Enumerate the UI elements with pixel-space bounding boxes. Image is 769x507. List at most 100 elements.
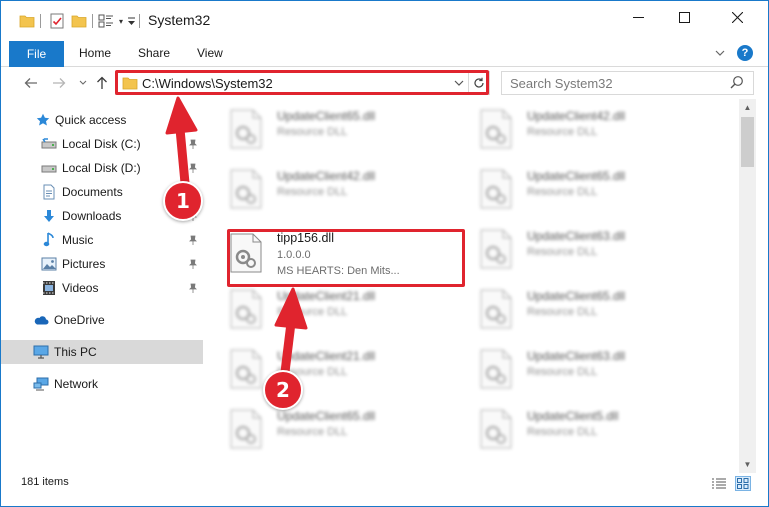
chevron-down-icon xyxy=(454,80,464,86)
new-folder-icon[interactable] xyxy=(71,13,87,29)
sidebar-item-onedrive[interactable]: OneDrive xyxy=(1,308,203,332)
download-icon xyxy=(41,208,57,224)
scrollbar-thumb[interactable] xyxy=(741,117,754,167)
view-layout-icon[interactable] xyxy=(97,13,115,29)
sidebar-item-music[interactable]: Music xyxy=(1,228,203,252)
sidebar-item-quick-access[interactable]: Quick access xyxy=(1,108,203,132)
pin-icon[interactable] xyxy=(187,234,199,246)
file-list: UpdateClient65.dll Resource DLL UpdateCl… xyxy=(207,99,739,469)
arrow-left-icon xyxy=(24,78,37,88)
maximize-button[interactable] xyxy=(661,1,707,33)
minimize-button[interactable] xyxy=(615,1,661,33)
toolbar-separator xyxy=(39,13,41,29)
dll-file-icon xyxy=(229,349,267,389)
dll-file-icon xyxy=(479,229,517,269)
file-tile-tipp156[interactable]: tipp156.dll 1.0.0.0 MS HEARTS: Den Mits.… xyxy=(207,223,447,285)
pin-icon[interactable] xyxy=(187,282,199,294)
recent-locations-button[interactable] xyxy=(73,73,93,93)
sidebar-item-videos[interactable]: Videos xyxy=(1,276,203,300)
arrow-up-icon xyxy=(97,76,107,89)
dll-file-icon xyxy=(479,409,517,449)
search-box[interactable] xyxy=(501,71,754,95)
properties-icon[interactable] xyxy=(49,13,65,29)
help-icon[interactable]: ? xyxy=(737,45,753,61)
file-tile[interactable]: UpdateClient42.dll Resource DLL xyxy=(207,159,447,215)
window-title: System32 xyxy=(148,12,211,28)
music-icon xyxy=(41,232,57,248)
file-tile[interactable]: UpdateClient65.dll Resource DLL xyxy=(457,279,697,335)
item-count: 181 items xyxy=(21,476,69,488)
tab-view[interactable]: View xyxy=(197,46,223,60)
scroll-up-icon[interactable]: ▲ xyxy=(739,99,756,116)
sidebar-item-this-pc[interactable]: This PC xyxy=(1,340,203,364)
sidebar-item-pictures[interactable]: Pictures xyxy=(1,252,203,276)
forward-button[interactable] xyxy=(49,73,69,93)
cloud-icon xyxy=(33,312,49,328)
dll-file-icon xyxy=(229,409,267,449)
large-icons-view-icon[interactable] xyxy=(735,476,751,491)
explorer-window: ▾ System32 File Home Share View ? C:\Win… xyxy=(0,0,769,507)
pin-icon[interactable] xyxy=(187,138,199,150)
sidebar-item-network[interactable]: Network xyxy=(1,372,203,396)
file-tile[interactable]: UpdateClient5.dll Resource DLL xyxy=(457,399,697,455)
file-tile[interactable]: UpdateClient21.dll Resource DLL xyxy=(207,339,447,395)
title-bar: ▾ System32 xyxy=(1,1,768,39)
file-tile[interactable]: UpdateClient65.dll Resource DLL xyxy=(207,399,447,455)
pin-icon[interactable] xyxy=(187,258,199,270)
arrow-right-icon xyxy=(53,78,66,88)
step-marker-2: 2 xyxy=(263,370,303,410)
documents-icon xyxy=(41,184,57,200)
chevron-down-icon xyxy=(79,80,87,85)
file-tile[interactable]: UpdateClient63.dll Resource DLL xyxy=(457,219,697,275)
computer-icon xyxy=(33,344,49,360)
refresh-icon xyxy=(473,77,484,88)
network-icon xyxy=(33,376,49,392)
up-button[interactable] xyxy=(92,73,112,93)
sidebar-item-local-disk-c[interactable]: Local Disk (C:) xyxy=(1,132,203,156)
file-tile[interactable]: UpdateClient65.dll Resource DLL xyxy=(457,159,697,215)
address-path[interactable]: C:\Windows\System32 xyxy=(142,76,273,91)
folder-icon[interactable] xyxy=(19,13,35,29)
address-history-button[interactable] xyxy=(452,76,466,90)
back-button[interactable] xyxy=(21,73,41,93)
ribbon-tabs: File Home Share View ? xyxy=(1,39,768,67)
navigation-bar: C:\Windows\System32 xyxy=(1,67,768,99)
pin-icon[interactable] xyxy=(187,162,199,174)
refresh-button[interactable] xyxy=(468,72,488,94)
folder-icon xyxy=(122,76,138,90)
drive-icon xyxy=(41,136,57,152)
address-bar[interactable]: C:\Windows\System32 xyxy=(115,71,490,95)
sidebar-item-local-disk-d[interactable]: Local Disk (D:) xyxy=(1,156,203,180)
close-button[interactable] xyxy=(707,1,768,33)
file-tile[interactable]: UpdateClient42.dll Resource DLL xyxy=(457,99,697,155)
tab-share[interactable]: Share xyxy=(138,46,170,60)
tab-home[interactable]: Home xyxy=(79,46,111,60)
dll-file-icon xyxy=(479,349,517,389)
navigation-pane: Quick access Local Disk (C:) Local Disk … xyxy=(1,99,207,469)
dll-file-icon xyxy=(229,289,267,329)
dll-file-icon xyxy=(229,169,267,209)
title-separator xyxy=(139,14,140,28)
dll-file-icon xyxy=(479,169,517,209)
customize-toolbar-icon[interactable] xyxy=(125,13,137,29)
details-view-icon[interactable] xyxy=(711,477,727,491)
status-bar: 181 items xyxy=(1,473,768,493)
drive-icon xyxy=(41,160,57,176)
videos-icon xyxy=(41,280,57,296)
dll-file-icon xyxy=(479,289,517,329)
minimize-icon xyxy=(632,16,644,18)
expand-ribbon-icon[interactable] xyxy=(713,46,727,60)
search-icon[interactable] xyxy=(730,75,746,91)
file-tile[interactable]: UpdateClient65.dll Resource DLL xyxy=(207,99,447,155)
file-tile[interactable]: UpdateClient63.dll Resource DLL xyxy=(457,339,697,395)
vertical-scrollbar[interactable]: ▲ ▼ xyxy=(739,99,756,473)
close-icon xyxy=(732,11,743,23)
dll-file-icon xyxy=(479,109,517,149)
tab-file[interactable]: File xyxy=(9,41,64,67)
dll-file-icon xyxy=(229,109,267,149)
file-tile[interactable]: UpdateClient21.dll Resource DLL xyxy=(207,279,447,335)
scroll-down-icon[interactable]: ▼ xyxy=(739,456,756,473)
search-input[interactable] xyxy=(510,75,710,91)
toolbar-separator xyxy=(91,13,93,29)
pictures-icon xyxy=(41,256,57,272)
